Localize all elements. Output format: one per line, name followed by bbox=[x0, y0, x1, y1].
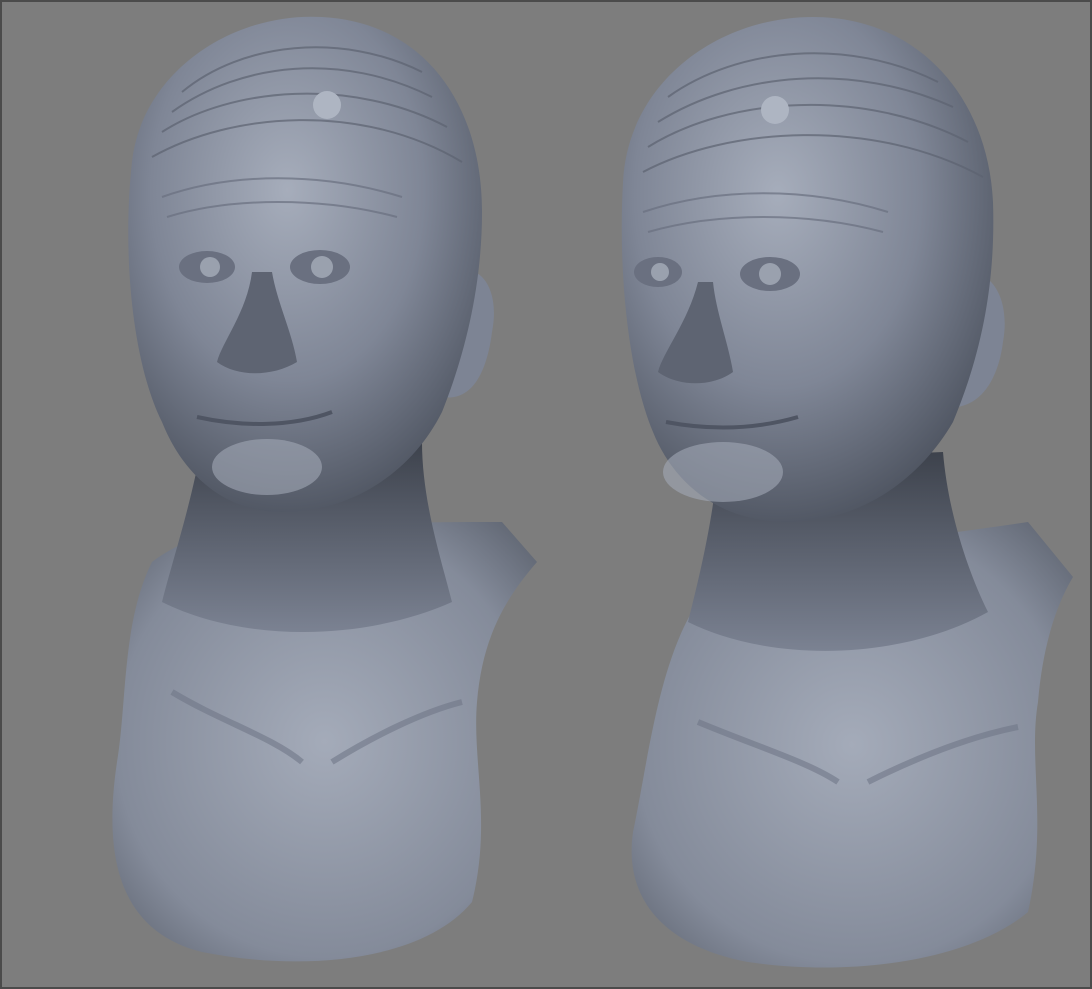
render-left-bust[interactable] bbox=[2, 2, 548, 987]
bust-illustration-right bbox=[621, 17, 1073, 968]
bust-illustration-left bbox=[112, 16, 538, 962]
sculpt-viewport[interactable] bbox=[0, 0, 1092, 989]
render-right-bust[interactable] bbox=[548, 2, 1090, 987]
